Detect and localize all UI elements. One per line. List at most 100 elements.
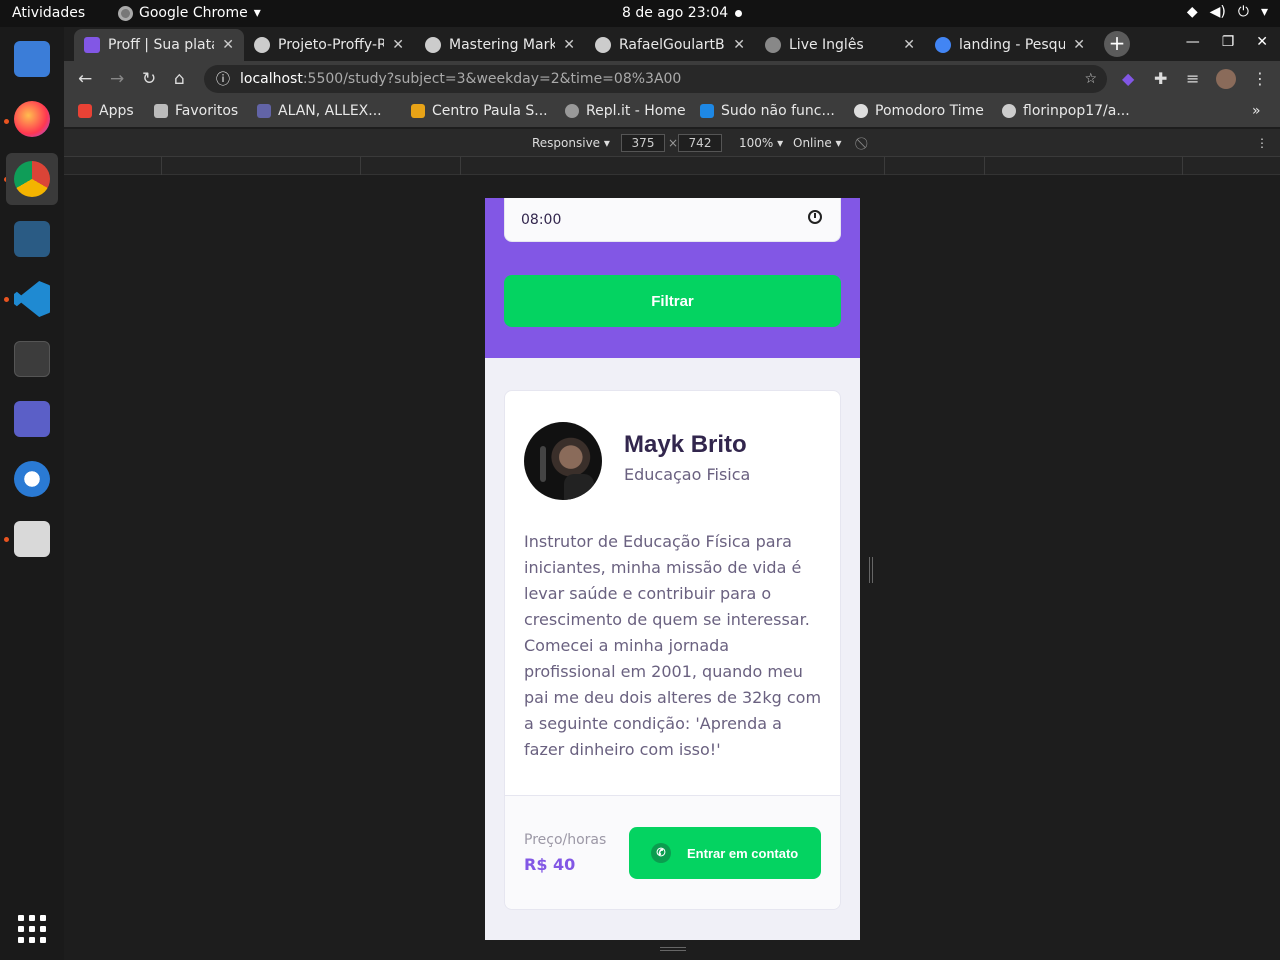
vscode-icon bbox=[14, 281, 50, 317]
device-toolbar: Responsive ▾ 375 × 742 100% ▾ Online ▾ ⃠… bbox=[64, 129, 1280, 157]
dock-terminal[interactable] bbox=[6, 333, 58, 385]
window-controls: — ❐ ✕ bbox=[1186, 34, 1268, 50]
tab-mastering-markdown[interactable]: Mastering Mark ✕ bbox=[415, 29, 585, 61]
url-host: localhost bbox=[240, 71, 303, 87]
dock-mysql[interactable] bbox=[6, 213, 58, 265]
bookmark-apps[interactable]: Apps bbox=[78, 103, 134, 119]
app-grid-icon bbox=[18, 915, 46, 943]
filter-button[interactable]: Filtrar bbox=[504, 275, 841, 327]
globe-icon bbox=[854, 104, 868, 118]
resize-handle-right[interactable] bbox=[869, 557, 873, 583]
dock-chrome[interactable] bbox=[6, 153, 58, 205]
home-icon[interactable]: ⌂ bbox=[174, 69, 185, 89]
dock-vscode[interactable] bbox=[6, 273, 58, 325]
dock-thunderbird[interactable] bbox=[6, 453, 58, 505]
tab-live-ingles[interactable]: Live Inglês ✕ bbox=[755, 29, 925, 61]
whatsapp-icon: ✆ bbox=[651, 843, 671, 863]
thunderbird-icon bbox=[14, 461, 50, 497]
maximize-icon[interactable]: ❐ bbox=[1222, 34, 1235, 50]
tab-landing-pesquisa[interactable]: landing - Pesqu ✕ bbox=[925, 29, 1095, 61]
close-icon[interactable]: ✕ bbox=[563, 37, 575, 53]
tab-title: Live Inglês bbox=[789, 37, 864, 53]
zoom-select[interactable]: 100% ▾ bbox=[739, 136, 783, 150]
avatar bbox=[524, 422, 602, 500]
tab-title: RafaelGoulartB bbox=[619, 37, 725, 53]
dock-todo[interactable] bbox=[6, 33, 58, 85]
width-input[interactable]: 375 bbox=[621, 134, 665, 152]
info-icon[interactable]: ⓘ bbox=[216, 69, 230, 89]
back-icon[interactable]: ← bbox=[78, 69, 92, 89]
resize-handle-bottom[interactable] bbox=[660, 947, 686, 951]
forward-icon[interactable]: → bbox=[110, 69, 124, 89]
new-tab-button[interactable]: + bbox=[1104, 31, 1130, 57]
bookmark-star-icon[interactable]: ☆ bbox=[1084, 71, 1097, 87]
google-icon bbox=[935, 37, 951, 53]
system-top-bar: Atividades Google Chrome ▾ 8 de ago 23:0… bbox=[0, 0, 1280, 27]
menu-kebab-icon[interactable]: ⋮ bbox=[1252, 69, 1268, 88]
chrome-icon bbox=[14, 161, 50, 197]
replit-icon bbox=[565, 104, 579, 118]
mysql-workbench-icon bbox=[14, 221, 50, 257]
close-icon[interactable]: ✕ bbox=[1256, 34, 1268, 50]
bookmark-alan-allex[interactable]: ALAN, ALLEX... bbox=[257, 103, 382, 119]
github-icon bbox=[595, 37, 611, 53]
dock-firefox[interactable] bbox=[6, 93, 58, 145]
system-tray[interactable]: ◆ ◀) ⏻ ▾ bbox=[1187, 4, 1268, 20]
card-footer: Preço/horas R$ 40 ✆ Entrar em contato bbox=[505, 795, 840, 909]
tab-rafaelgoulart[interactable]: RafaelGoulartB ✕ bbox=[585, 29, 755, 61]
bookmark-pomodoro[interactable]: Pomodoro Time bbox=[854, 103, 984, 119]
dock bbox=[0, 27, 64, 960]
contact-button[interactable]: ✆ Entrar em contato bbox=[629, 827, 821, 879]
reload-icon[interactable]: ↻ bbox=[142, 69, 156, 89]
bookmark-favoritos[interactable]: Favoritos bbox=[154, 103, 238, 119]
media-query-ruler[interactable] bbox=[64, 157, 1280, 175]
minimize-icon[interactable]: — bbox=[1186, 34, 1200, 50]
bookmark-florinpop[interactable]: florinpop17/a... bbox=[1002, 103, 1130, 119]
contact-button-label: Entrar em contato bbox=[687, 845, 799, 861]
close-icon[interactable]: ✕ bbox=[392, 37, 404, 53]
apps-grid-icon bbox=[78, 104, 92, 118]
web-favicon-icon bbox=[765, 37, 781, 53]
terminal-icon bbox=[14, 341, 50, 377]
firefox-icon bbox=[14, 101, 50, 137]
teacher-subject: Educaçao Fisica bbox=[624, 465, 751, 484]
profile-avatar[interactable] bbox=[1216, 69, 1236, 89]
more-bookmarks-icon[interactable]: » bbox=[1252, 103, 1261, 119]
teacher-bio: Instrutor de Educação Física para inicia… bbox=[524, 532, 822, 759]
extensions-puzzle-icon[interactable]: ✚ bbox=[1154, 69, 1167, 88]
extension-icon[interactable]: ◆ bbox=[1122, 69, 1134, 88]
folder-icon bbox=[154, 104, 168, 118]
times-icon: × bbox=[668, 136, 679, 150]
tab-projeto-proffy[interactable]: Projeto-Proffy-R ✕ bbox=[244, 29, 414, 61]
address-bar[interactable]: ⓘ localhost:5500/study?subject=3&weekday… bbox=[204, 65, 1107, 93]
bookmark-replit[interactable]: Repl.it - Home bbox=[565, 103, 686, 119]
media-control-icon[interactable]: ≡ bbox=[1186, 69, 1199, 88]
close-icon[interactable]: ✕ bbox=[222, 37, 234, 53]
teacher-name: Mayk Brito bbox=[624, 431, 747, 458]
tab-proff[interactable]: Proff | Sua plata ✕ bbox=[74, 29, 244, 61]
power-icon: ⏻ bbox=[1237, 4, 1249, 20]
activities-button[interactable]: Atividades bbox=[12, 5, 85, 21]
network-select[interactable]: Online ▾ bbox=[793, 136, 842, 150]
site-favicon-icon bbox=[700, 104, 714, 118]
bookmark-centro-paula-souza[interactable]: Centro Paula S... bbox=[411, 103, 548, 119]
close-icon[interactable]: ✕ bbox=[733, 37, 745, 53]
dock-teams[interactable] bbox=[6, 393, 58, 445]
dock-files[interactable] bbox=[6, 513, 58, 565]
url-path: :5500/study?subject=3&weekday=2&time=08%… bbox=[302, 71, 682, 87]
app-menu[interactable]: Google Chrome ▾ bbox=[118, 5, 261, 21]
time-input[interactable]: 08:00 bbox=[504, 198, 841, 242]
clock-icon[interactable] bbox=[808, 210, 822, 224]
device-menu-icon[interactable]: ⋮ bbox=[1256, 136, 1268, 150]
close-icon[interactable]: ✕ bbox=[1073, 37, 1085, 53]
clock[interactable]: 8 de ago 23:04 bbox=[622, 5, 728, 21]
todo-icon bbox=[14, 41, 50, 77]
device-select[interactable]: Responsive ▾ bbox=[532, 136, 610, 150]
github-icon bbox=[254, 37, 270, 53]
bookmark-sudo[interactable]: Sudo não func... bbox=[700, 103, 835, 119]
emulated-page: 08:00 Filtrar Mayk Brito Educaçao Fisica… bbox=[485, 198, 860, 940]
price-label: Preço/horas bbox=[524, 832, 607, 848]
height-input[interactable]: 742 bbox=[678, 134, 722, 152]
close-icon[interactable]: ✕ bbox=[903, 37, 915, 53]
show-apps-button[interactable] bbox=[6, 903, 58, 955]
